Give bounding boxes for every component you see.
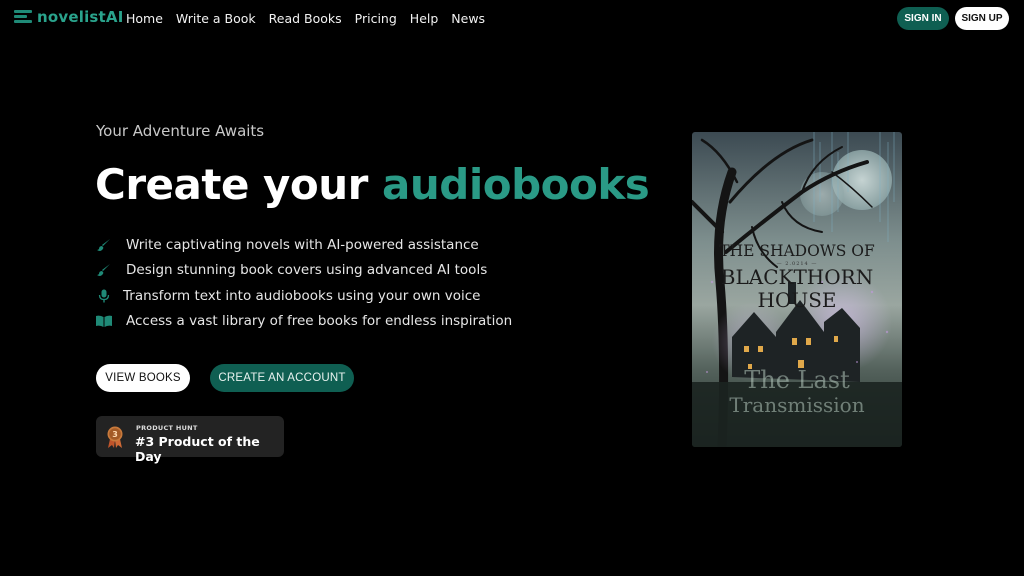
cover-title-house: HOUSE xyxy=(757,288,837,312)
hero-headline: Create your audiobooks xyxy=(95,160,650,209)
hero-eyebrow: Your Adventure Awaits xyxy=(96,122,265,140)
feature-text: Transform text into audiobooks using you… xyxy=(123,287,481,304)
feature-list: Write captivating novels with AI-powered… xyxy=(96,232,512,334)
feature-item: Transform text into audiobooks using you… xyxy=(96,283,512,309)
create-account-button[interactable]: CREATE AN ACCOUNT xyxy=(210,364,354,392)
nav-link-news[interactable]: News xyxy=(451,11,485,26)
feature-text: Write captivating novels with AI-powered… xyxy=(126,236,479,253)
cover-title-blackthorn: BLACKTHORN xyxy=(720,265,874,289)
brush-icon xyxy=(96,238,112,252)
feature-text: Access a vast library of free books for … xyxy=(126,313,513,330)
feature-text: Design stunning book covers using advanc… xyxy=(126,262,488,279)
headline-plain: Create your xyxy=(95,160,383,209)
sign-up-button[interactable]: SIGN UP xyxy=(955,7,1009,30)
product-hunt-title: #3 Product of the Day xyxy=(135,434,260,464)
brand-logo[interactable]: novelistAI xyxy=(14,8,124,26)
microphone-icon xyxy=(96,289,112,303)
nav-link-help[interactable]: Help xyxy=(410,11,439,26)
cover-overlay-line2: Transmission xyxy=(729,393,865,417)
feature-item: Access a vast library of free books for … xyxy=(96,309,512,335)
sign-in-button[interactable]: SIGN IN xyxy=(897,7,949,30)
cover-overlay-line1: The Last xyxy=(744,366,850,394)
medal-icon: 3 xyxy=(106,425,124,449)
feature-item: Design stunning book covers using advanc… xyxy=(96,258,512,284)
view-books-button[interactable]: VIEW BOOKS xyxy=(96,364,190,392)
cover-overlay-title: The Last Transmission xyxy=(692,368,902,418)
headline-accent: audiobooks xyxy=(382,160,650,209)
product-hunt-label: PRODUCT HUNT xyxy=(136,424,198,432)
cover-title-line1: THE SHADOWS OF xyxy=(719,242,875,260)
nav-links: Home Write a Book Read Books Pricing Hel… xyxy=(126,11,485,26)
brand-name: novelistAI xyxy=(37,8,124,26)
open-book-icon xyxy=(96,314,112,328)
nav-link-write-a-book[interactable]: Write a Book xyxy=(176,11,256,26)
nav-link-pricing[interactable]: Pricing xyxy=(355,11,397,26)
nav-link-home[interactable]: Home xyxy=(126,11,163,26)
feature-item: Write captivating novels with AI-powered… xyxy=(96,232,512,258)
nav-link-read-books[interactable]: Read Books xyxy=(269,11,342,26)
cover-title-line2: BLACKTHORN HOUSE xyxy=(692,266,902,312)
medal-rank: 3 xyxy=(112,430,118,439)
product-hunt-badge[interactable]: 3 PRODUCT HUNT #3 Product of the Day xyxy=(96,416,284,464)
brush-icon xyxy=(96,263,112,277)
logo-icon xyxy=(14,8,32,26)
top-navbar: novelistAI Home Write a Book Read Books … xyxy=(0,0,1024,38)
book-cover-image[interactable]: THE SHADOWS OF — 2.0214 — BLACKTHORN HOU… xyxy=(692,132,902,447)
